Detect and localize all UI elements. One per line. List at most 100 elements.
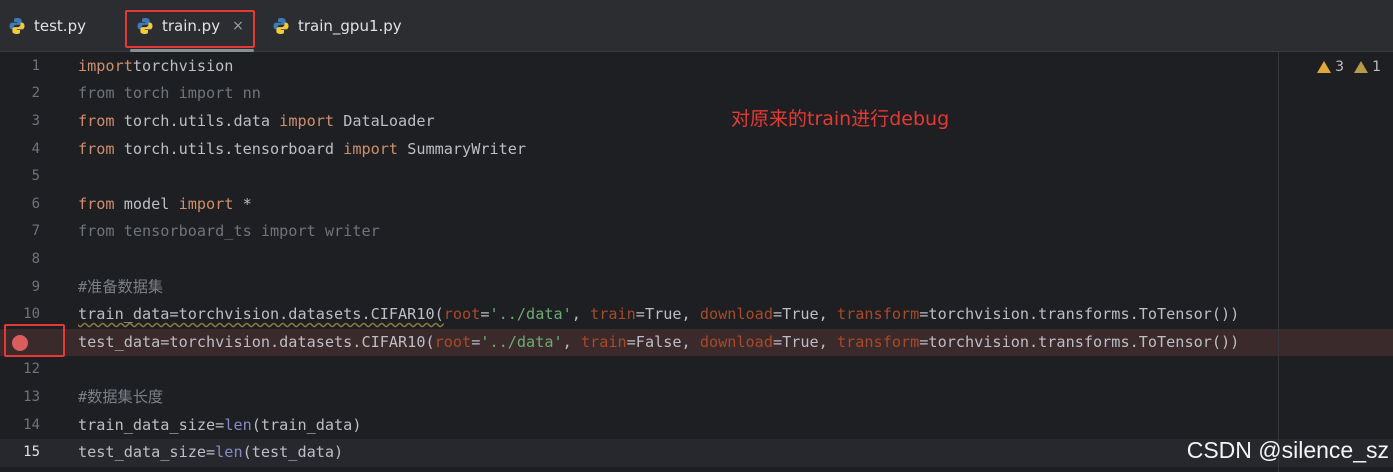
line-number[interactable]: 6	[0, 191, 40, 219]
code-token: model	[114, 194, 179, 213]
code-token: '../data'	[489, 305, 572, 324]
editor-tab-bar: test.py train.py × train_gpu1.py	[0, 0, 1393, 52]
weak-warnings-count: 1	[1372, 59, 1381, 75]
code-token: train	[580, 332, 627, 351]
line-number[interactable]: 8	[0, 246, 40, 274]
code-token: SummaryWriter	[398, 139, 527, 158]
code-token: '../data'	[480, 332, 563, 351]
code-line[interactable]: 15 test_data_size=len(test_data)	[0, 439, 1393, 467]
code-token: DataLoader	[334, 112, 435, 130]
code-token: import	[178, 194, 234, 213]
code-text: #准备数据集	[78, 274, 163, 302]
line-number[interactable]: 12	[0, 356, 40, 384]
code-token: import	[279, 112, 335, 130]
code-token: =torchvision.transforms.ToTensor())	[919, 305, 1240, 324]
code-line[interactable]: 11test_data=torchvision.datasets.CIFAR10…	[0, 328, 1393, 357]
code-token: ,	[571, 305, 591, 324]
code-token: #数据集长度	[78, 388, 164, 406]
right-margin-guide	[1278, 52, 1279, 472]
line-number[interactable]: 5	[0, 163, 40, 191]
code-token: =True,	[772, 305, 837, 324]
code-token: root	[434, 332, 472, 351]
code-line[interactable]: 6 from model import *	[0, 191, 1393, 219]
code-line[interactable]: 7 from tensorboard_ts import writer	[0, 218, 1393, 246]
code-token: test_data=torchvision.datasets.CIFAR10(	[78, 332, 435, 351]
line-number[interactable]: 2	[0, 80, 40, 108]
code-token: import	[343, 139, 399, 158]
weak-warnings-indicator[interactable]: 1	[1354, 59, 1381, 75]
code-token: from	[78, 194, 115, 213]
code-line[interactable]: 5	[0, 163, 1393, 191]
warnings-count: 3	[1335, 59, 1345, 75]
code-line[interactable]: 1 importtorchvision	[0, 53, 1393, 81]
code-token: =torchvision.transforms.ToTensor())	[919, 332, 1240, 351]
line-number[interactable]: 1	[0, 53, 40, 81]
code-token: download	[699, 305, 773, 324]
code-token: torch.utils.data	[114, 112, 280, 130]
tab-train-py[interactable]: train.py ×	[130, 0, 254, 52]
tab-label: train.py	[162, 16, 221, 35]
code-token: =True,	[772, 332, 837, 351]
code-token: =False,	[626, 332, 700, 351]
code-line[interactable]: 9 #准备数据集	[0, 274, 1393, 302]
breakpoint-icon[interactable]	[12, 334, 28, 351]
close-icon[interactable]: ×	[232, 19, 244, 33]
line-number[interactable]: 7	[0, 218, 40, 246]
code-text: from torch.utils.data import DataLoader	[78, 108, 435, 136]
code-editor[interactable]: 1 importtorchvision 2 from torch import nn 3…	[0, 52, 1393, 472]
code-line[interactable]: 12	[0, 356, 1393, 384]
line-number[interactable]: 9	[0, 274, 40, 302]
code-token: #准备数据集	[78, 277, 164, 296]
code-text: train_data_size=len(train_data)	[78, 412, 361, 440]
tab-label: test.py	[34, 16, 86, 35]
code-line[interactable]: 13 #数据集长度	[0, 384, 1393, 412]
python-file-icon	[273, 17, 289, 34]
code-token: train	[590, 305, 636, 324]
code-token: =	[471, 332, 481, 351]
code-text: from tensorboard_ts import writer	[78, 218, 380, 246]
line-number[interactable]: 3	[0, 108, 40, 136]
python-file-icon	[9, 17, 25, 34]
warnings-indicator[interactable]: 3	[1317, 59, 1344, 75]
tab-test-py[interactable]: test.py	[8, 0, 86, 51]
tab-train-gpu1-py[interactable]: train_gpu1.py	[272, 0, 402, 51]
code-text: train_data=torchvision.datasets.CIFAR10(…	[78, 301, 1239, 329]
tab-label: train_gpu1.py	[298, 16, 402, 35]
code-line[interactable]: 10 train_data=torchvision.datasets.CIFAR1…	[0, 301, 1393, 329]
code-line[interactable]: 8	[0, 246, 1393, 274]
code-text: #数据集长度	[78, 384, 163, 412]
weak-warning-icon	[1354, 61, 1369, 73]
code-text: from torch.utils.tensorboard import Summ…	[78, 136, 526, 164]
code-token: from torch import nn	[78, 84, 261, 103]
inspection-widget[interactable]: 3 1	[1317, 59, 1381, 75]
code-line[interactable]: 4 from torch.utils.tensorboard import Sum…	[0, 136, 1393, 164]
line-number[interactable]: 15	[0, 439, 40, 467]
code-token: (train_data)	[251, 415, 362, 434]
code-token: test_data_size=	[78, 443, 216, 462]
warning-icon	[1317, 61, 1332, 73]
code-token: *	[233, 194, 252, 213]
watermark: CSDN @silence_sz	[1186, 437, 1389, 463]
code-text: importtorchvision	[78, 53, 233, 81]
code-token: len	[215, 443, 243, 462]
line-number[interactable]: 4	[0, 136, 40, 164]
code-text: from model import *	[78, 191, 252, 219]
code-token: from	[78, 112, 115, 130]
code-token: =True,	[635, 305, 700, 324]
line-number[interactable]: 14	[0, 412, 40, 440]
line-number[interactable]: 10	[0, 301, 40, 329]
line-number[interactable]: 13	[0, 384, 40, 412]
code-token: train_data=torchvision.datasets.CIFAR10(	[78, 305, 444, 324]
ide-window: test.py train.py × train_gpu1.py 1 import…	[0, 0, 1393, 472]
annotation-note: 对原来的train进行debug	[731, 108, 950, 130]
code-token: torch.utils.tensorboard	[114, 139, 344, 158]
code-token: ,	[562, 332, 581, 351]
code-token: train_data_size=	[78, 415, 225, 434]
code-token: transform	[836, 332, 920, 351]
code-line[interactable]: 14 train_data_size=len(train_data)	[0, 412, 1393, 440]
code-token: download	[699, 332, 773, 351]
code-token: torchvision	[132, 56, 234, 75]
code-line[interactable]: 3 from torch.utils.data import DataLoader	[0, 108, 1393, 136]
code-token: (test_data)	[242, 443, 344, 462]
code-line[interactable]: 2 from torch import nn	[0, 80, 1393, 108]
